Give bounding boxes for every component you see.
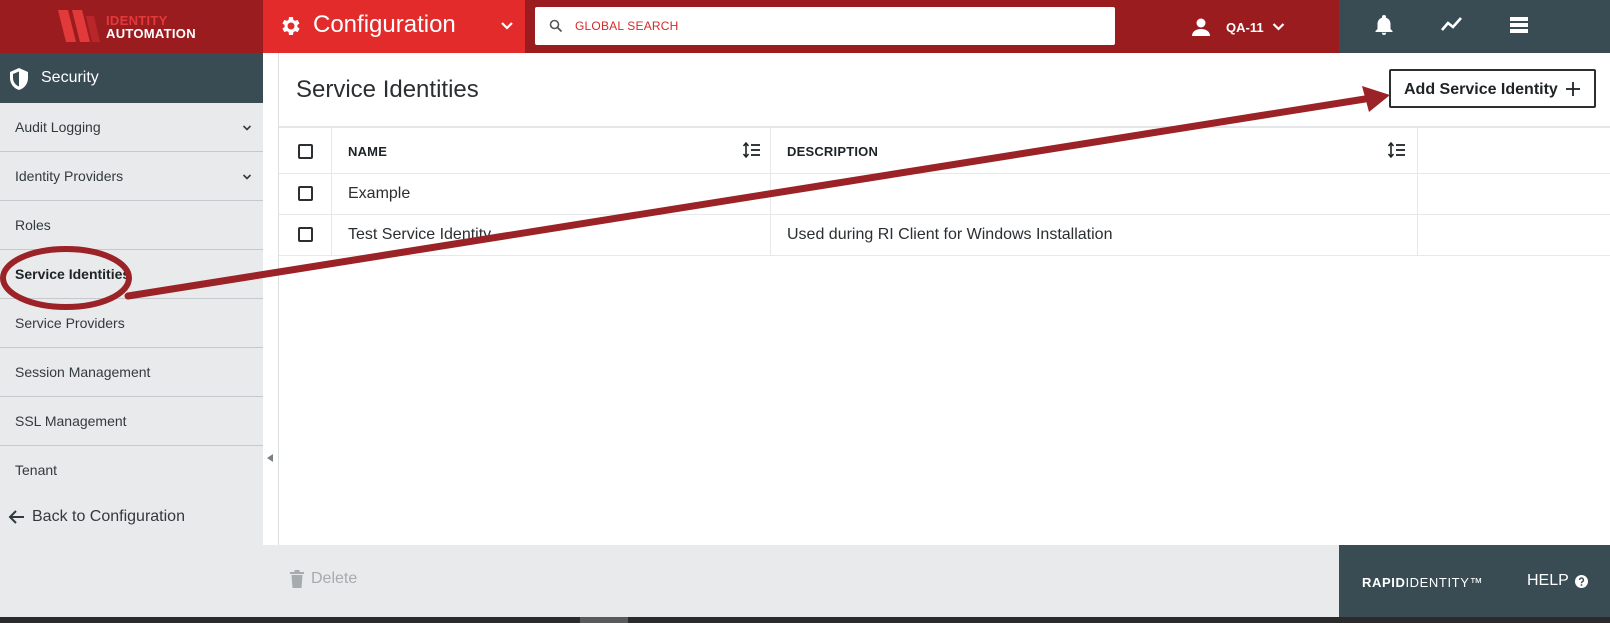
row-checkbox[interactable] <box>298 227 313 242</box>
window-scrollbar[interactable] <box>0 617 1610 623</box>
list-view-icon[interactable] <box>1507 13 1531 37</box>
search-input[interactable] <box>575 7 1105 45</box>
sidebar-item-label: Roles <box>15 217 51 233</box>
sidebar-item-label: Session Management <box>15 364 151 380</box>
scrollbar-thumb[interactable] <box>580 617 628 623</box>
table-row[interactable]: Example <box>279 174 1610 215</box>
delete-label: Delete <box>311 570 358 587</box>
description-cell: Used during RI Client for Windows Instal… <box>771 215 1418 255</box>
user-icon <box>1192 18 1210 36</box>
select-all-checkbox[interactable] <box>298 144 313 159</box>
product-brand: RAPIDIDENTITY™ <box>1362 575 1483 590</box>
back-to-configuration-link[interactable]: Back to Configuration <box>8 508 185 526</box>
collapse-arrow-icon <box>267 454 273 462</box>
sidebar-item-roles[interactable]: Roles <box>0 201 263 250</box>
sidebar-title: Security <box>41 69 99 86</box>
back-label: Back to Configuration <box>32 508 185 525</box>
gear-icon <box>282 17 300 35</box>
name-value: Test Service Identity <box>348 226 492 243</box>
chevron-down-icon <box>501 22 513 30</box>
activity-chart-icon[interactable] <box>1440 13 1464 37</box>
sidebar: Security Audit Logging Identity Provider… <box>0 53 263 545</box>
section-title: Configuration <box>313 11 456 38</box>
sidebar-item-label: Identity Providers <box>15 168 124 184</box>
add-button-label: Add Service Identity <box>1404 81 1558 98</box>
chevron-down-icon <box>242 125 252 131</box>
row-select-cell <box>279 174 332 214</box>
sidebar-item-ssl-management[interactable]: SSL Management <box>0 397 263 446</box>
table-row[interactable]: Test Service Identity Used during RI Cli… <box>279 215 1610 256</box>
column-header-name: NAME <box>332 128 771 173</box>
brand-footer: RAPIDIDENTITY™ HELP <box>1339 545 1610 617</box>
name-cell: Example <box>332 174 771 214</box>
sidebar-item-label: Service Providers <box>15 315 125 331</box>
global-search <box>535 7 1115 45</box>
row-select-cell <box>279 215 332 255</box>
sidebar-header: Security <box>0 53 263 103</box>
chevron-down-icon <box>1272 23 1284 31</box>
bell-icon[interactable] <box>1372 13 1396 37</box>
select-all-cell <box>279 128 332 173</box>
user-name: QA-11 <box>1226 19 1264 35</box>
sidebar-item-identity-providers[interactable]: Identity Providers <box>0 152 263 201</box>
sidebar-item-audit-logging[interactable]: Audit Logging <box>0 103 263 152</box>
help-circle-icon <box>1574 574 1588 588</box>
header-tools <box>1339 0 1610 53</box>
delete-button[interactable]: Delete <box>290 570 357 588</box>
description-value: Used during RI Client for Windows Instal… <box>787 226 1113 243</box>
sidebar-item-label: Audit Logging <box>15 119 101 135</box>
sidebar-item-tenant[interactable]: Tenant <box>0 446 263 495</box>
sidebar-item-service-providers[interactable]: Service Providers <box>0 299 263 348</box>
name-cell: Test Service Identity <box>332 215 771 255</box>
sidebar-item-label: Service Identities <box>15 266 131 282</box>
brand-rest: IDENTITY™ <box>1405 575 1484 590</box>
chevron-down-icon <box>242 174 252 180</box>
sidebar-item-service-identities[interactable]: Service Identities <box>0 250 263 299</box>
logo-mark-icon <box>58 10 100 42</box>
logo[interactable]: IDENTITY AUTOMATION <box>0 0 263 53</box>
page-title: Service Identities <box>296 76 479 103</box>
service-identities-table: NAME DESCRIPTION Example Test Service Id… <box>279 128 1610 256</box>
table-header-row: NAME DESCRIPTION <box>279 128 1610 174</box>
sidebar-collapse-handle[interactable] <box>263 53 279 545</box>
add-service-identity-button[interactable]: Add Service Identity <box>1389 69 1596 108</box>
name-value: Example <box>348 185 411 202</box>
logo-line-2: AUTOMATION <box>106 26 196 41</box>
plus-icon <box>1566 82 1580 96</box>
column-header-description: DESCRIPTION <box>771 128 1418 173</box>
column-header-label: NAME <box>348 144 388 159</box>
sort-icon[interactable] <box>1388 142 1406 158</box>
column-header-label: DESCRIPTION <box>787 144 879 159</box>
logo-text: IDENTITY AUTOMATION <box>106 14 196 40</box>
search-icon <box>549 19 563 33</box>
sidebar-item-label: SSL Management <box>15 413 127 429</box>
arrow-left-icon <box>8 510 24 524</box>
row-checkbox[interactable] <box>298 186 313 201</box>
brand-bold: RAPID <box>1362 575 1406 590</box>
help-button[interactable]: HELP <box>1527 572 1588 590</box>
user-menu[interactable]: QA-11 <box>1190 14 1285 40</box>
main-content: Service Identities Add Service Identity … <box>279 53 1610 545</box>
sidebar-item-label: Tenant <box>15 462 58 478</box>
sidebar-item-session-management[interactable]: Session Management <box>0 348 263 397</box>
top-bar: IDENTITY AUTOMATION Configuration GLOBAL… <box>0 0 1610 53</box>
trash-icon <box>290 570 304 588</box>
section-switcher[interactable]: Configuration <box>263 0 525 53</box>
action-footer: Delete <box>0 545 1339 617</box>
sort-icon[interactable] <box>743 142 761 158</box>
sidebar-nav: Audit Logging Identity Providers Roles S… <box>0 103 263 495</box>
app-window: IDENTITY AUTOMATION Configuration GLOBAL… <box>0 0 1610 623</box>
help-label: HELP <box>1527 572 1569 589</box>
shield-icon <box>10 68 28 90</box>
description-cell <box>771 174 1418 214</box>
